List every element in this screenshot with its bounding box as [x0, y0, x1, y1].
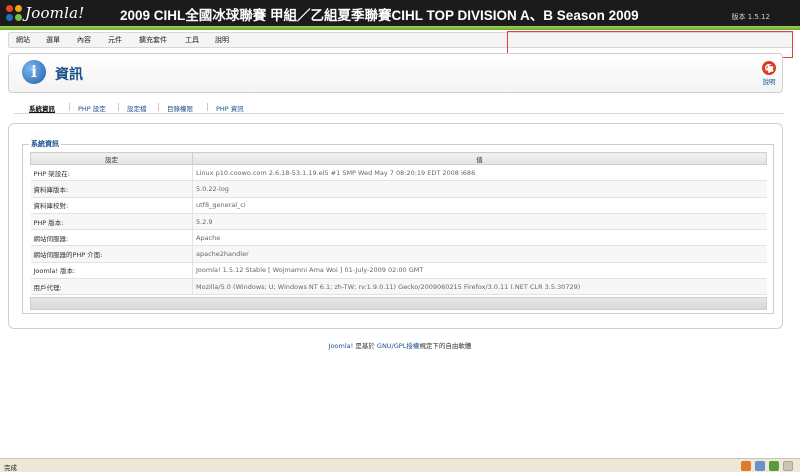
resize-grip-icon[interactable]	[783, 461, 793, 471]
system-info-legend: 系統資訊	[29, 139, 61, 149]
info-icon: i	[22, 60, 46, 84]
table-row: Joomla! 版本: Joomla! 1.5.12 Stable [ Wojm…	[30, 262, 767, 280]
toolbar: i 資訊 說明	[8, 53, 783, 93]
joomla-logo-icon	[6, 5, 22, 21]
help-label: 說明	[762, 78, 776, 86]
table-row: 資料庫校對: utf8_general_ci	[30, 197, 767, 214]
row-value: 5.0.22-log	[192, 180, 767, 198]
addon-icon[interactable]	[769, 461, 779, 471]
row-key: 網站伺服器:	[30, 229, 193, 247]
tab-php-settings[interactable]: PHP 設定	[78, 103, 106, 113]
row-value: Joomla! 1.5.12 Stable [ Wojmamni Ama Woi…	[192, 262, 767, 280]
row-key: 用戶代理:	[30, 278, 193, 296]
row-key: 資料庫校對:	[30, 197, 193, 214]
page-icon[interactable]	[755, 461, 765, 471]
row-value: 5.2.9	[192, 213, 767, 231]
menu-item-tools[interactable]: 工具	[185, 35, 199, 45]
page-title: 資訊	[55, 67, 83, 83]
menu-item-extensions[interactable]: 擴充套件	[139, 35, 167, 45]
tab-system-info[interactable]: 系統資訊	[29, 103, 55, 113]
site-title: 2009 CIHL全國冰球聯賽 甲組／乙組夏季聯賽CIHL TOP DIVISI…	[120, 8, 639, 23]
menu-item-menus[interactable]: 選單	[46, 35, 60, 45]
joomla-logo[interactable]: Joomla!	[6, 2, 84, 24]
tab-separator	[118, 103, 119, 111]
tab-directory-permissions[interactable]: 目錄權限	[167, 103, 193, 113]
menu-item-help[interactable]: 說明	[215, 35, 229, 45]
menu-item-components[interactable]: 元件	[108, 35, 122, 45]
row-value: utf8_general_ci	[192, 197, 767, 214]
row-key: 資料庫版本:	[30, 180, 193, 198]
browser-status-bar: 完成	[0, 458, 800, 472]
table-header-row: 設定 值	[30, 152, 767, 165]
tab-separator	[158, 103, 159, 111]
footer-text: 是基於	[353, 342, 377, 350]
column-header-setting: 設定	[30, 152, 193, 165]
joomla-link[interactable]: Joomla!	[329, 342, 354, 350]
table-row: PHP 架設在: Linux p10.coowo.com 2.6.18-53.1…	[30, 164, 767, 182]
row-key: 網站伺服器的PHP 介面:	[30, 245, 193, 263]
row-key: PHP 版本:	[30, 213, 193, 231]
table-row: 資料庫版本: 5.0.22-log	[30, 180, 767, 198]
row-value: Linux p10.coowo.com 2.6.18-53.1.19.el5 #…	[192, 164, 767, 182]
version-label: 版本 1.5.12	[731, 13, 771, 21]
gpl-license-link[interactable]: GNU/GPL授權	[377, 342, 419, 350]
table-row: PHP 版本: 5.2.9	[30, 213, 767, 231]
row-key: PHP 架設在:	[30, 164, 193, 182]
tab-separator	[207, 103, 208, 111]
tab-php-info[interactable]: PHP 資訊	[216, 103, 244, 113]
info-tabs: 系統資訊 PHP 設定 設定檔 目錄權限 PHP 資訊	[14, 100, 784, 114]
lifebuoy-icon	[762, 61, 776, 75]
row-value: apache2handler	[192, 245, 767, 263]
tab-separator	[69, 103, 70, 111]
status-text: 完成	[4, 464, 17, 472]
footer-text-end: 規定下的自由軟體	[419, 342, 472, 350]
tab-config-file[interactable]: 設定檔	[127, 103, 147, 113]
menu-item-content[interactable]: 內容	[77, 35, 91, 45]
table-footer	[30, 297, 767, 310]
row-key: Joomla! 版本:	[30, 262, 193, 280]
help-button[interactable]: 說明	[756, 61, 782, 86]
page-footer: Joomla! 是基於 GNU/GPL授權規定下的自由軟體	[0, 340, 800, 350]
menu-item-site[interactable]: 網站	[16, 35, 30, 45]
header-accent-bar	[0, 26, 800, 30]
table-row: 網站伺服器的PHP 介面: apache2handler	[30, 245, 767, 263]
table-row: 網站伺服器: Apache	[30, 229, 767, 247]
row-value: Mozilla/5.0 (Windows; U; Windows NT 6.1;…	[192, 278, 767, 296]
table-row: 用戶代理: Mozilla/5.0 (Windows; U; Windows N…	[30, 278, 767, 296]
row-value: Apache	[192, 229, 767, 247]
firefox-icon[interactable]	[741, 461, 751, 471]
logo-text: Joomla!	[25, 4, 85, 22]
column-header-value: 值	[192, 152, 767, 165]
system-info-table: 設定 值 PHP 架設在: Linux p10.coowo.com 2.6.18…	[30, 152, 767, 296]
admin-header: Joomla! 2009 CIHL全國冰球聯賽 甲組／乙組夏季聯賽CIHL TO…	[0, 0, 800, 26]
